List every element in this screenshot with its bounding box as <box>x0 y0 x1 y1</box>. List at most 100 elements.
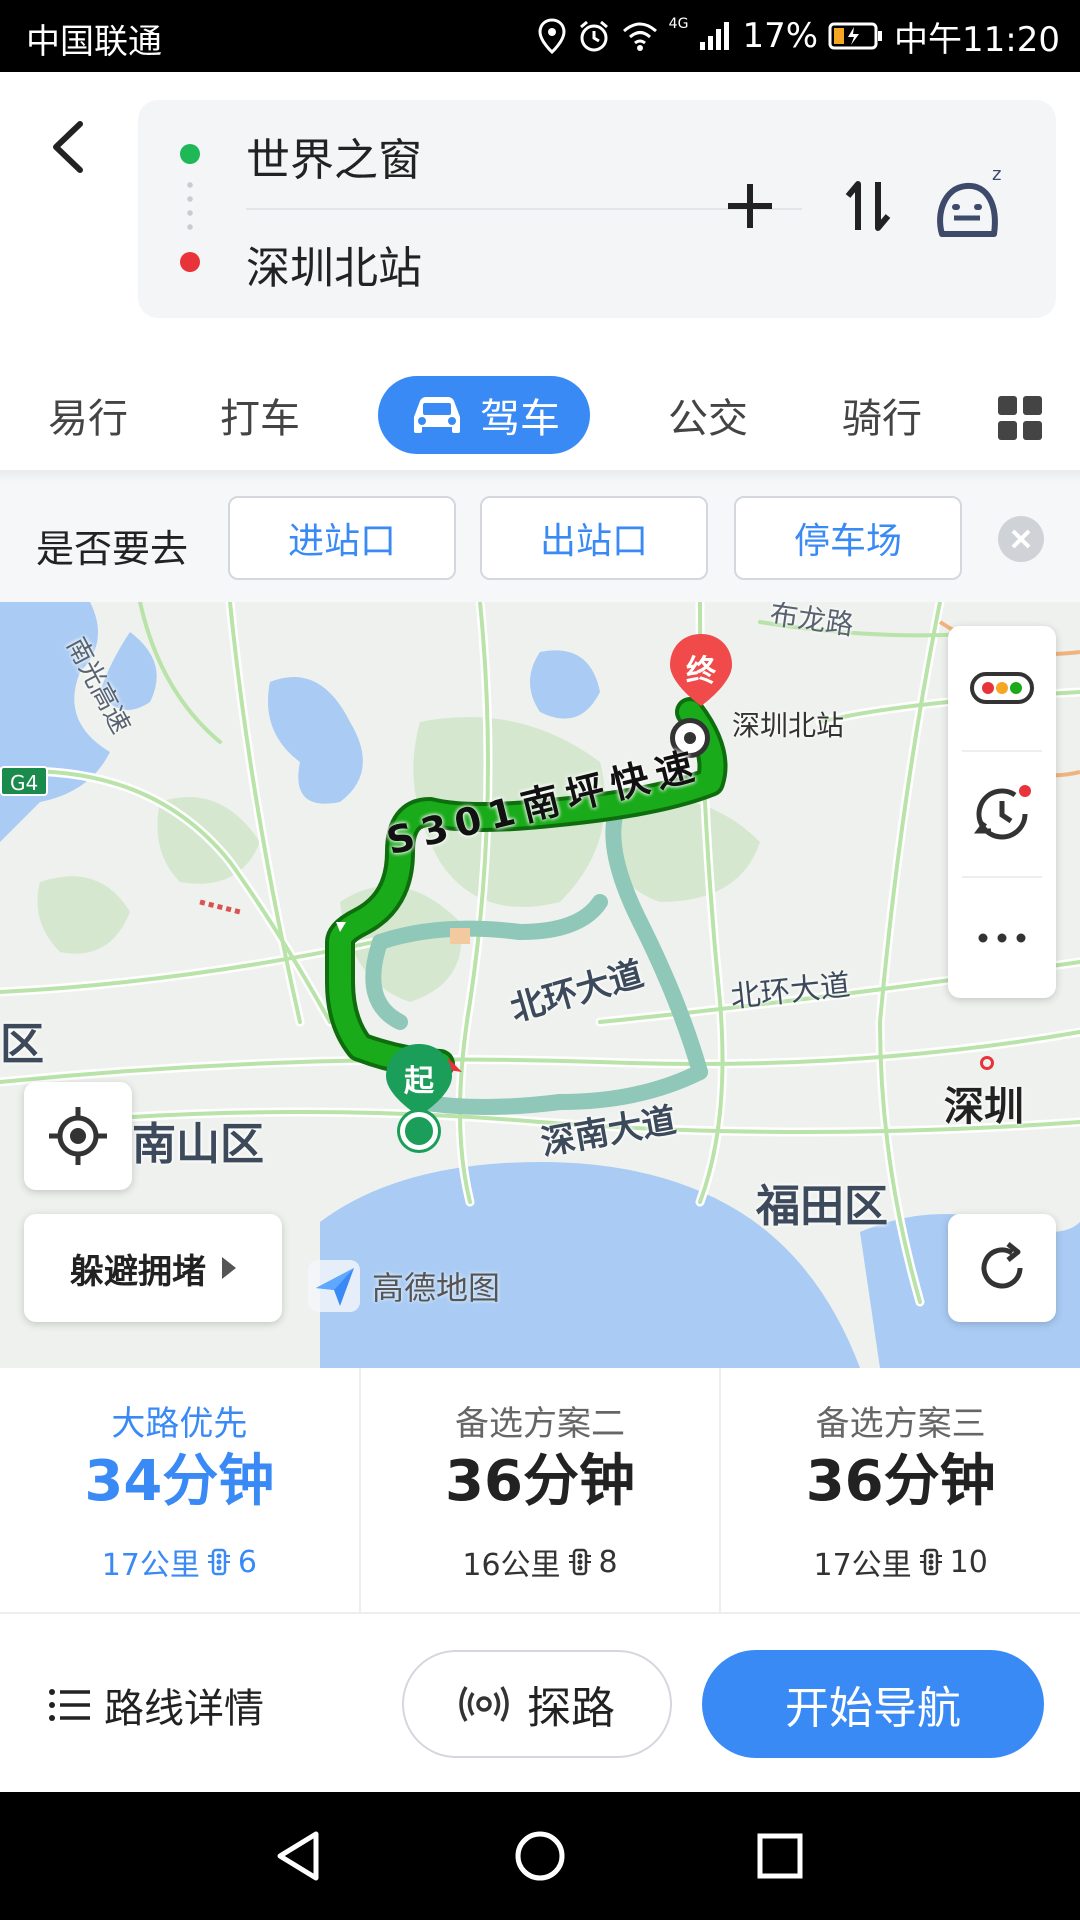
amap-logo-text: 高德地图 <box>372 1269 501 1307</box>
route-lights: 10 <box>949 1544 988 1580</box>
exit-chip[interactable]: 出站口 <box>480 496 708 580</box>
add-waypoint-button[interactable] <box>710 158 790 254</box>
route-option-2[interactable]: 备选方案二 36分钟 16公里 8 <box>361 1368 722 1612</box>
play-triangle-icon <box>222 1257 236 1279</box>
route-meta: 17公里 6 <box>0 1540 359 1584</box>
route-distance: 17公里 <box>813 1548 912 1583</box>
swap-icon <box>845 181 891 231</box>
swap-button[interactable] <box>828 158 908 254</box>
robot-assistant-icon: z <box>937 166 1001 237</box>
prompt-close-button[interactable] <box>998 516 1044 562</box>
route-time: 36分钟 <box>445 1449 635 1514</box>
route-option-3[interactable]: 备选方案三 36分钟 17公里 10 <box>721 1368 1080 1612</box>
plus-icon <box>728 184 772 228</box>
highway-shield: G4 <box>0 766 49 796</box>
locate-crosshair-icon <box>49 1107 107 1165</box>
route-option-1[interactable]: 大路优先 34分钟 17公里 6 <box>0 1368 361 1612</box>
map-label-nanshan: 南山区 <box>132 1119 264 1170</box>
wifi-icon <box>622 22 657 51</box>
history-button[interactable] <box>948 752 1056 876</box>
battery-icon <box>828 22 883 50</box>
tab-bus[interactable]: 公交 <box>648 376 768 454</box>
tab-taxi[interactable]: 打车 <box>200 376 320 454</box>
traffic-light-icon <box>207 1548 230 1576</box>
route-time: 34分钟 <box>84 1449 275 1514</box>
route-lights: 8 <box>598 1544 618 1580</box>
map-controls <box>948 626 1056 998</box>
route-details-button[interactable]: 路线详情 <box>48 1670 264 1740</box>
history-clock-icon <box>974 785 1031 840</box>
system-nav-bar <box>0 1792 1080 1920</box>
destination-prompt: 是否要去 进站口 出站口 停车场 <box>0 482 1080 602</box>
map-view[interactable]: 南光高速 布龙路 G4 终 深圳北站 S301南坪快速 北环大道 北环大道 深南… <box>0 602 1080 1368</box>
signal-icon <box>700 22 730 50</box>
end-dot-icon <box>180 252 200 272</box>
alarm-icon <box>579 20 608 52</box>
amap-logo-icon <box>308 1260 360 1312</box>
tab-drive-label: 驾车 <box>480 396 560 442</box>
parking-chip[interactable]: 停车场 <box>734 496 962 580</box>
prompt-label: 是否要去 <box>36 527 189 571</box>
route-meta: 17公里 10 <box>721 1540 1080 1584</box>
route-input-card: 世界之窗 深圳北站 z <box>138 100 1056 318</box>
route-distance: 16公里 <box>462 1548 561 1583</box>
tab-easy[interactable]: 易行 <box>28 376 148 454</box>
transport-mode-tabs: 易行 打车 驾车 公交 骑行 <box>0 362 1080 462</box>
action-bar: 路线详情 探路 开始导航 <box>0 1614 1080 1792</box>
city-point-icon <box>980 1056 994 1070</box>
probe-button[interactable]: 探路 <box>402 1650 672 1758</box>
voice-assistant-button[interactable]: z <box>930 158 1010 254</box>
traffic-toggle-button[interactable] <box>948 626 1056 750</box>
nav-back-icon[interactable] <box>264 1820 336 1892</box>
refresh-button[interactable] <box>948 1214 1056 1322</box>
nav-recents-icon[interactable] <box>744 1820 816 1892</box>
list-icon <box>49 1689 90 1721</box>
entrance-chip[interactable]: 进站口 <box>228 496 456 580</box>
refresh-icon <box>981 1242 1023 1289</box>
location-icon <box>538 18 566 54</box>
route-connector <box>187 178 193 238</box>
origin-field[interactable]: 世界之窗 <box>246 124 422 188</box>
traffic-light-icon <box>970 672 1034 704</box>
route-header: 世界之窗 深圳北站 z 易行 打车 驾车 公交 骑行 <box>0 72 1080 472</box>
amap-logo: 高德地图 <box>306 1256 500 1316</box>
network-type: 4G <box>668 16 689 32</box>
svg-text:z: z <box>992 166 1001 185</box>
clock: 中午11:20 <box>894 19 1060 60</box>
nav-home-icon[interactable] <box>504 1820 576 1892</box>
map-label-futian: 福田区 <box>756 1181 888 1232</box>
route-options: 大路优先 34分钟 17公里 6 备选方案二 36分钟 16公里 8 备选方案三… <box>0 1368 1080 1614</box>
status-bar: 中国联通 4G 17% 中午11:20 <box>0 0 1080 72</box>
back-arrow-icon[interactable] <box>40 112 96 182</box>
traffic-light-icon <box>919 1548 942 1576</box>
more-button[interactable] <box>948 876 1056 1000</box>
start-navigation-button[interactable]: 开始导航 <box>702 1650 1044 1758</box>
avoid-congestion-button[interactable]: 躲避拥堵 <box>24 1214 282 1322</box>
map-label-shenzhen: 深圳 <box>944 1084 1024 1130</box>
car-icon <box>414 397 460 433</box>
destination-field[interactable]: 深圳北站 <box>246 232 422 296</box>
route-details-label: 路线详情 <box>104 1686 264 1732</box>
route-time: 36分钟 <box>805 1449 996 1514</box>
map-label-district: 区 <box>0 1019 44 1070</box>
battery-percent: 17% <box>742 16 819 56</box>
map-label-station: 深圳北站 <box>732 709 845 742</box>
origin-point <box>400 1112 438 1150</box>
end-marker-label: 终 <box>686 654 716 689</box>
more-dots-icon <box>978 933 1026 943</box>
route-distance: 17公里 <box>101 1548 200 1583</box>
more-modes-grid-icon[interactable] <box>998 396 1042 440</box>
tab-drive[interactable]: 驾车 <box>378 376 590 454</box>
end-marker: 终 <box>666 632 736 720</box>
start-dot-icon <box>180 144 200 164</box>
route-lights: 6 <box>237 1544 257 1580</box>
header-shadow <box>0 470 1080 482</box>
broadcast-icon <box>459 1686 509 1722</box>
route-meta: 16公里 8 <box>361 1540 720 1584</box>
traffic-light-icon <box>568 1548 591 1576</box>
locate-button[interactable] <box>24 1082 132 1190</box>
probe-label: 探路 <box>527 1683 615 1734</box>
carrier-label: 中国联通 <box>26 22 162 62</box>
tab-bike[interactable]: 骑行 <box>822 376 942 454</box>
avoid-congestion-label: 躲避拥堵 <box>70 1251 206 1292</box>
